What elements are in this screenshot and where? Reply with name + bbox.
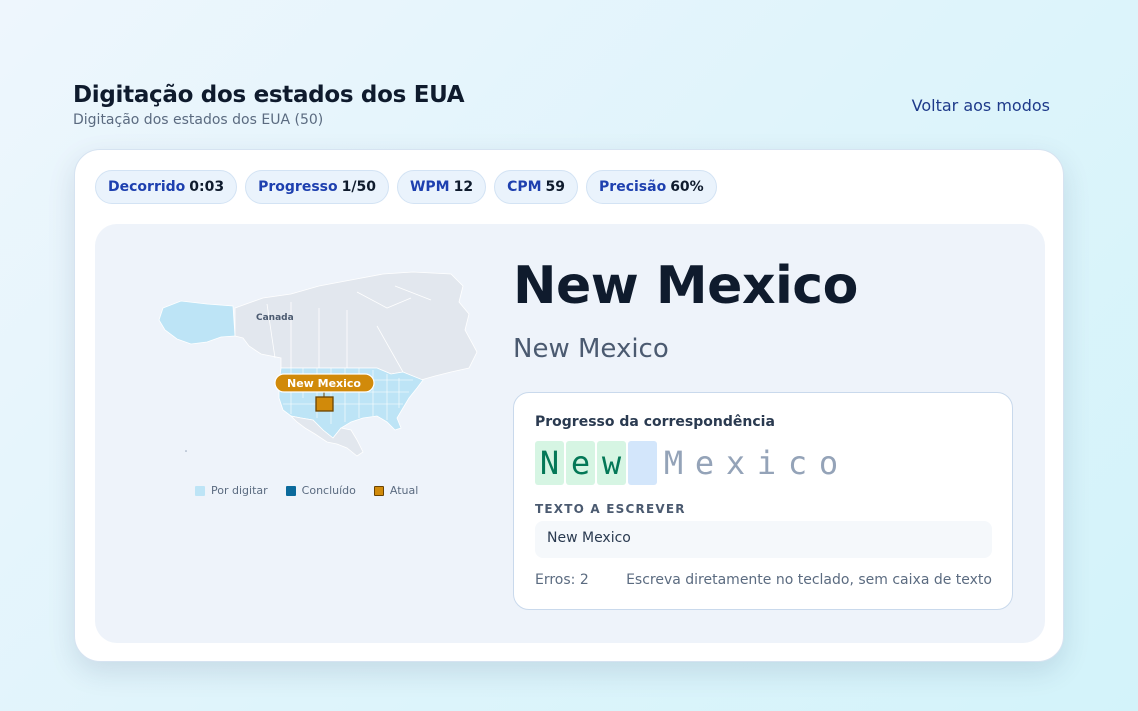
target-text: New Mexico: [535, 521, 992, 558]
stat-label: CPM: [507, 179, 542, 195]
target-state-name: New Mexico: [513, 256, 858, 316]
stat-label: Precisão: [599, 179, 667, 195]
typed-char: i: [756, 444, 777, 482]
match-progress-label: Progresso da correspondência: [535, 414, 775, 430]
legend-label: Concluído: [301, 484, 356, 497]
page-subtitle: Digitação dos estados dos EUA (50): [73, 112, 324, 128]
typed-char: e: [694, 444, 715, 482]
legend-done: Concluído: [285, 484, 356, 497]
map-svg: New Mexico Canada: [158, 271, 478, 457]
game-panel: New Mexico Canada Por digitar Concluído …: [95, 224, 1045, 643]
canada-label: Canada: [256, 313, 294, 323]
stat-label: WPM: [409, 179, 450, 195]
target-state-subtitle: New Mexico: [513, 334, 669, 364]
stat-wpm: WPM 12: [396, 170, 487, 204]
stat-value: 0:03: [189, 179, 225, 195]
stats-bar: Decorrido 0:03 Progresso 1/50 WPM 12 CPM…: [95, 170, 717, 204]
stat-elapsed: Decorrido 0:03: [95, 170, 238, 204]
back-to-modes-link[interactable]: Voltar aos modos: [912, 96, 1050, 115]
legend-swatch-done: [285, 485, 296, 496]
map-legend: Por digitar Concluído Atual: [195, 484, 418, 497]
stat-accuracy: Precisão 60%: [586, 170, 717, 204]
stat-progress: Progresso 1/50: [245, 170, 389, 204]
page-header: Digitação dos estados dos EUA Digitação …: [73, 82, 1050, 132]
typed-characters: New Mexico: [535, 441, 843, 485]
current-state-tag-text: New Mexico: [287, 377, 361, 390]
alaska-shape: [158, 300, 236, 345]
canada-shape: [234, 271, 478, 381]
current-state-shape: [315, 396, 334, 412]
typed-char: x: [725, 444, 746, 482]
legend-todo: Por digitar: [195, 484, 268, 497]
stat-value: 12: [453, 179, 474, 195]
stat-value: 1/50: [341, 179, 376, 195]
typed-char: [628, 441, 657, 485]
legend-label: Atual: [389, 484, 419, 497]
typed-char: w: [597, 441, 626, 485]
map-dot: [185, 450, 187, 452]
target-text-label: TEXTO A ESCREVER: [535, 502, 686, 516]
error-count: Erros: 2: [535, 572, 589, 588]
legend-current: Atual: [373, 484, 419, 497]
stat-label: Decorrido: [108, 179, 186, 195]
typed-char: N: [535, 441, 564, 485]
typed-char: o: [818, 444, 839, 482]
legend-swatch-current: [373, 485, 384, 496]
typed-char: M: [663, 444, 684, 482]
match-progress-box: Progresso da correspondência New Mexico …: [513, 392, 1013, 610]
typed-char: e: [566, 441, 595, 485]
page-title: Digitação dos estados dos EUA: [73, 82, 465, 108]
legend-swatch-todo: [195, 485, 205, 496]
game-card: Decorrido 0:03 Progresso 1/50 WPM 12 CPM…: [74, 149, 1064, 662]
legend-label: Por digitar: [211, 484, 268, 497]
stat-value: 60%: [670, 179, 704, 195]
stat-value: 59: [545, 179, 566, 195]
typed-char: c: [787, 444, 808, 482]
us-map: New Mexico Canada: [151, 268, 481, 463]
typing-hint: Escreva diretamente no teclado, sem caix…: [626, 572, 992, 588]
stat-label: Progresso: [258, 179, 338, 195]
stat-cpm: CPM 59: [494, 170, 579, 204]
